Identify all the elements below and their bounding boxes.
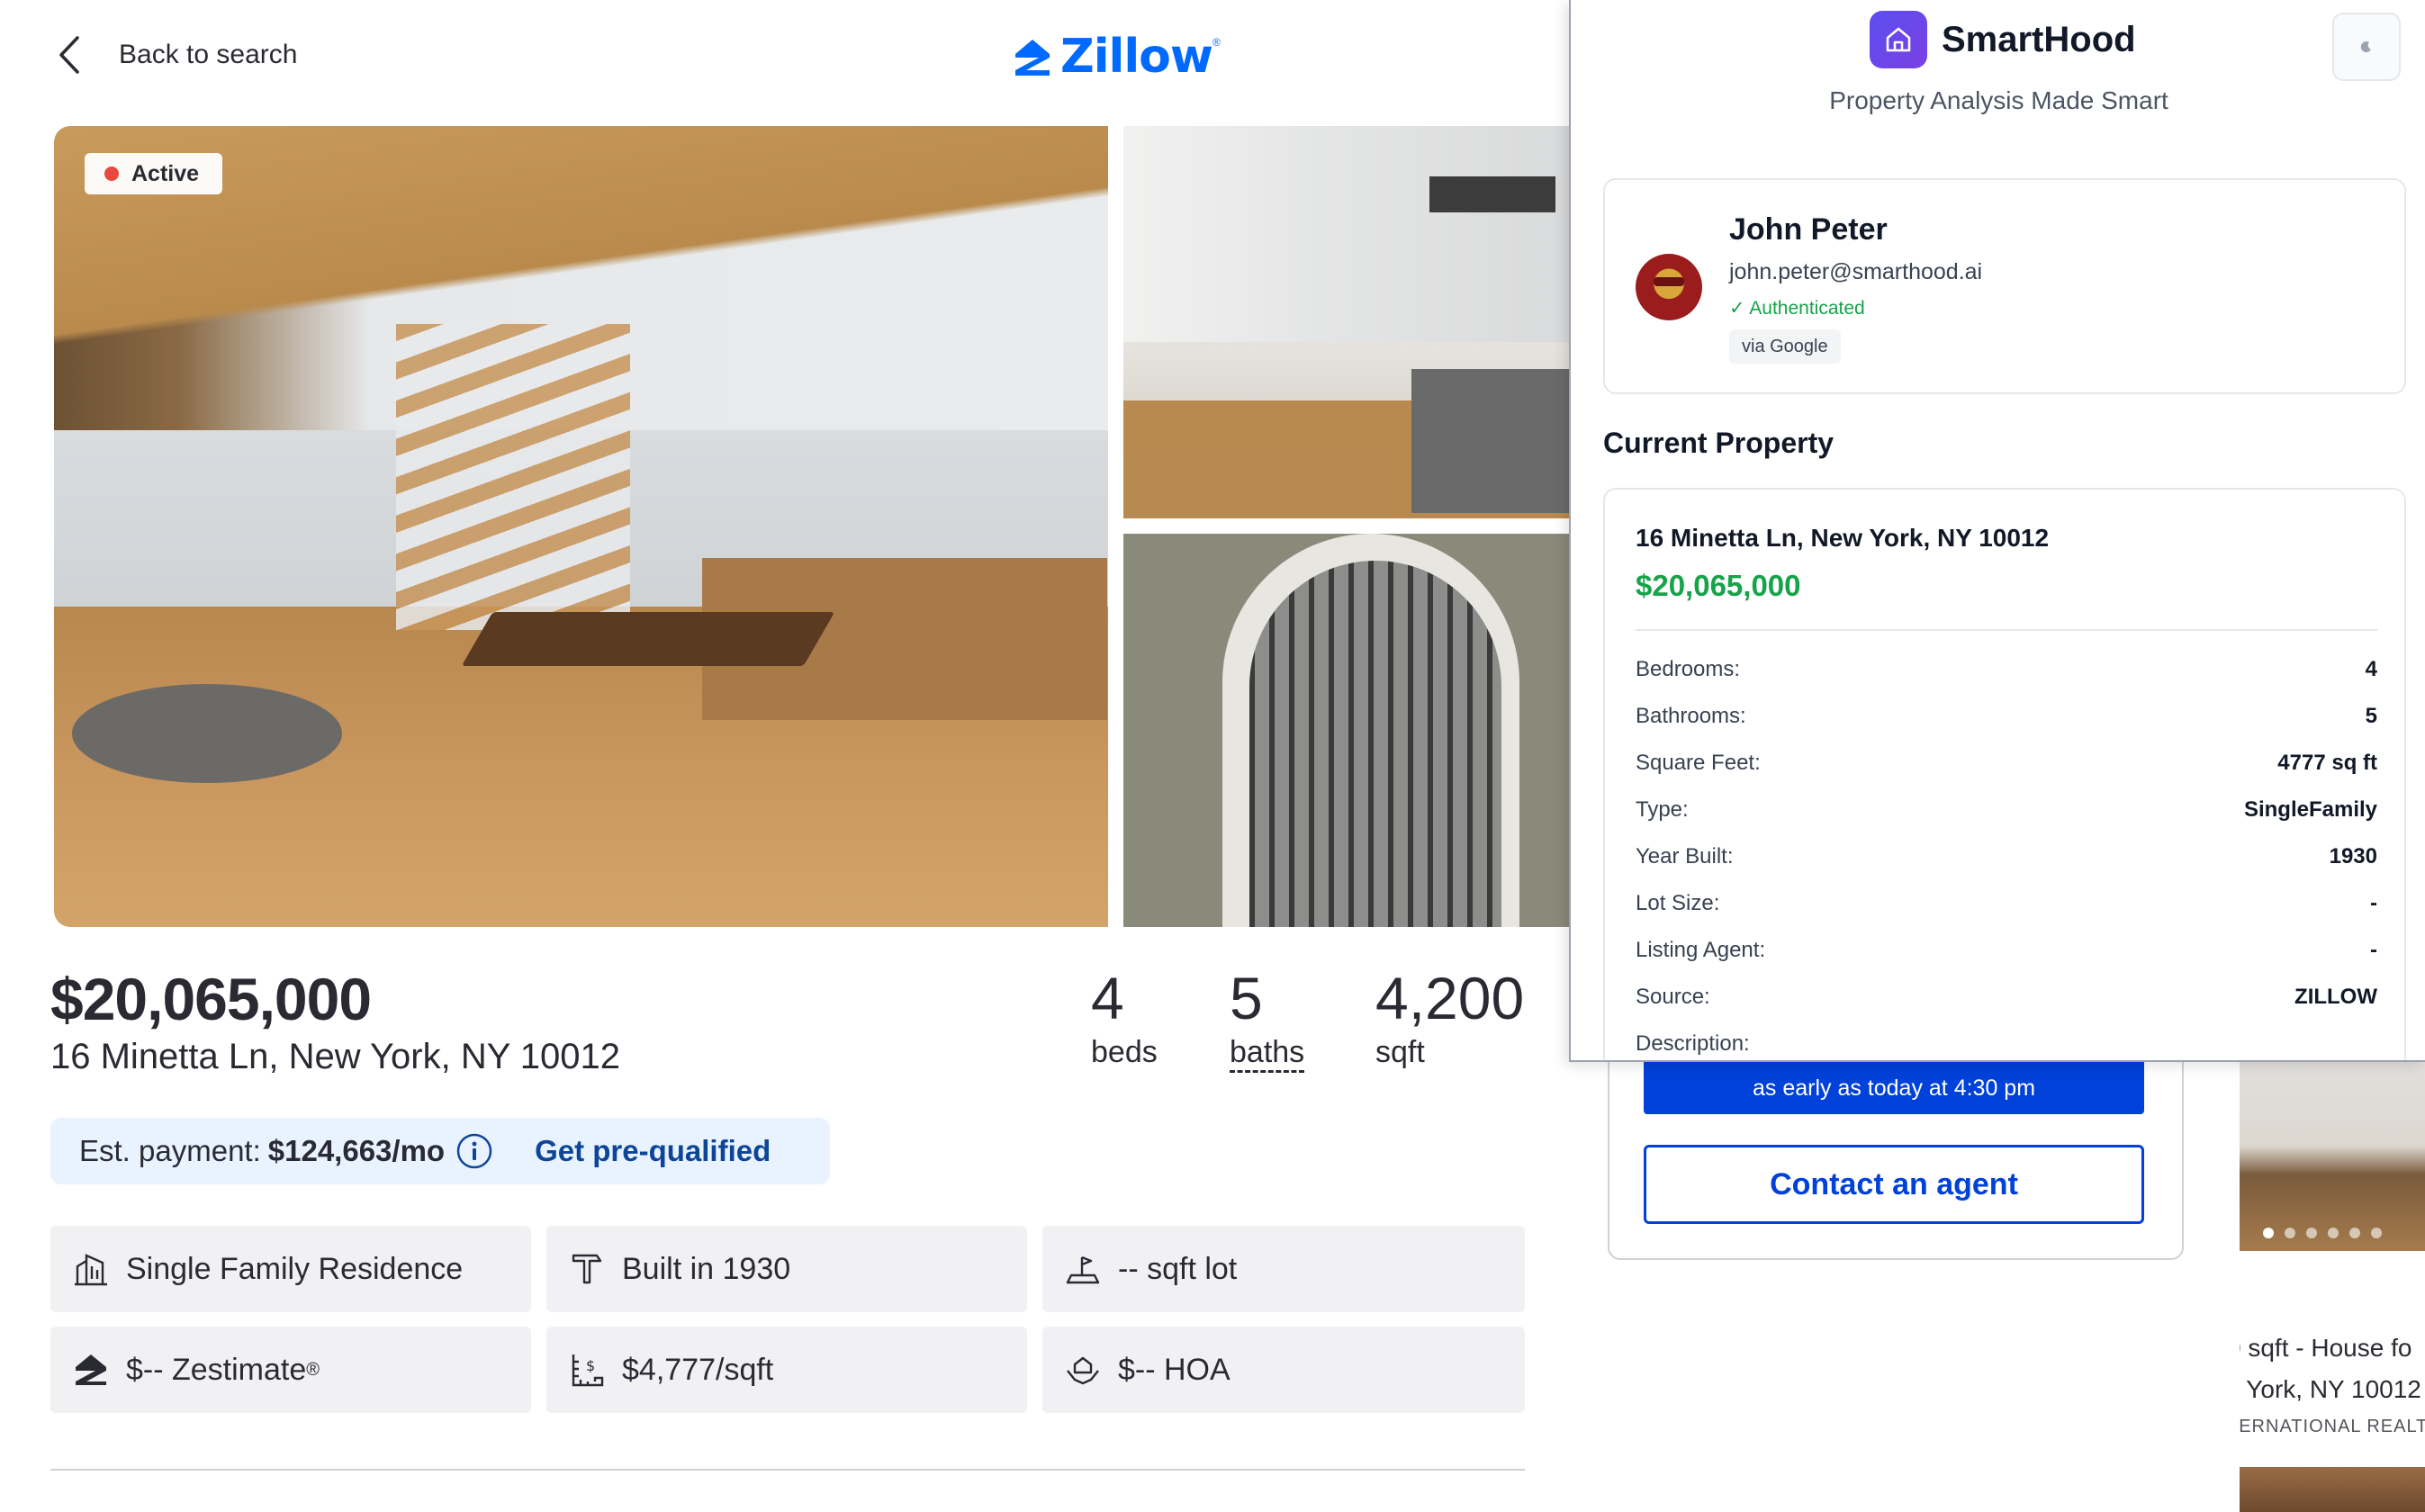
registered-mark: ®: [306, 1359, 320, 1380]
beds-label: beds: [1091, 1035, 1158, 1069]
main-photo[interactable]: [54, 126, 1108, 927]
contact-agent-button[interactable]: Contact an agent: [1644, 1145, 2144, 1224]
status-label: Active: [131, 160, 200, 186]
ruler-dollar-icon: $: [572, 1354, 604, 1387]
property-address: 16 Minetta Ln, New York, NY 10012: [1636, 524, 2050, 552]
property-row-type: Type: SingleFamily: [1636, 797, 2377, 822]
fact-label: -- sqft lot: [1118, 1251, 1238, 1286]
user-card: John Peter john.peter@smarthood.ai ✓ Aut…: [1603, 178, 2406, 394]
property-row-bathrooms: Bathrooms: 5: [1636, 704, 2377, 728]
property-divider: [1636, 629, 2377, 631]
property-row-lot-size: Lot Size: -: [1636, 891, 2377, 915]
moon-icon: [2360, 41, 2371, 53]
similar-listing-line1: 0 sqft - House fo: [2240, 1334, 2412, 1362]
photo-rug: [72, 684, 342, 783]
sqft-value: 4,200: [1375, 965, 1525, 1031]
fact-zestimate: $-- Zestimate ®: [50, 1327, 531, 1413]
avatar[interactable]: [1636, 254, 1702, 320]
info-icon[interactable]: [455, 1132, 493, 1170]
photo-stove: [1411, 369, 1570, 513]
photo-table: [461, 612, 835, 666]
tour-subtext: as early as today at 4:30 pm: [1752, 1076, 2036, 1101]
theme-toggle-button[interactable]: [2332, 13, 2401, 81]
beds-value: 4: [1091, 965, 1124, 1031]
hammer-icon: [572, 1254, 602, 1284]
get-prequalified-link[interactable]: Get pre-qualified: [535, 1134, 771, 1168]
user-name: John Peter: [1729, 212, 1888, 247]
baths-stat[interactable]: 5 baths: [1230, 965, 1305, 1073]
listing-address: 16 Minetta Ln, New York, NY 10012: [50, 1037, 621, 1076]
zillow-logo[interactable]: Zillow ®: [1010, 30, 1221, 84]
fact-year-built: Built in 1930: [546, 1226, 1027, 1312]
similar-listing-info[interactable]: 0 sqft - House fo y York, NY 10012 TERNA…: [2240, 1251, 2425, 1467]
fact-label: Single Family Residence: [126, 1251, 464, 1286]
back-to-search-link[interactable]: Back to search: [54, 32, 297, 77]
fact-label: $-- Zestimate: [126, 1352, 307, 1387]
fact-hoa: $-- HOA: [1042, 1327, 1525, 1413]
sqft-label: sqft: [1375, 1035, 1425, 1069]
smarthood-tagline: Property Analysis Made Smart: [1829, 86, 2168, 114]
property-row-description: Description:: [1636, 1031, 1750, 1056]
kitchen-photo[interactable]: [1123, 126, 1570, 518]
gate-photo[interactable]: [1123, 534, 1570, 927]
status-badge: Active: [85, 153, 223, 194]
lot-icon: [1066, 1256, 1100, 1284]
property-row-source: Source: ZILLOW: [1636, 985, 2377, 1009]
fact-price-per-sqft: $ $4,777/sqft: [546, 1327, 1027, 1413]
similar-listing-line3: TERNATIONAL REALTY: [2240, 1417, 2425, 1436]
property-row-bedrooms: Bedrooms: 4: [1636, 657, 2377, 681]
property-row-listing-agent: Listing Agent: -: [1636, 938, 2377, 962]
fact-lot-size: -- sqft lot: [1042, 1226, 1525, 1312]
zillow-home-icon: [1015, 40, 1050, 76]
back-label: Back to search: [119, 40, 298, 69]
fact-label: $-- HOA: [1118, 1352, 1231, 1387]
smarthood-logo: [1870, 11, 1927, 68]
beds-stat: 4 beds: [1091, 968, 1158, 1070]
chevron-left-icon: [59, 36, 79, 74]
fact-label: Built in 1930: [622, 1251, 791, 1286]
property-card: 16 Minetta Ln, New York, NY 10012 $20,06…: [1603, 488, 2406, 1060]
registered-mark: ®: [1212, 36, 1221, 49]
auth-provider-badge: via Google: [1729, 329, 1841, 364]
carousel-dots[interactable]: [2263, 1228, 2382, 1238]
smarthood-brand: SmartHood: [1870, 11, 2136, 68]
property-row-year-built: Year Built: 1930: [1636, 844, 2377, 868]
zillow-wordmark: Zillow: [1060, 30, 1213, 84]
smarthood-panel: SmartHood Property Analysis Made Smart J…: [1569, 0, 2425, 1062]
property-price: $20,065,000: [1636, 569, 1801, 602]
similar-listing-line2: y York, NY 10012: [2240, 1375, 2421, 1403]
baths-label[interactable]: baths: [1230, 1035, 1305, 1073]
svg-text:$: $: [586, 1357, 595, 1374]
home-icon: [1886, 27, 1911, 52]
current-property-title: Current Property: [1603, 427, 1835, 459]
user-email: john.peter@smarthood.ai: [1729, 259, 1983, 284]
payment-amount: $124,663/mo: [267, 1134, 446, 1167]
payment-label: Est. payment:: [79, 1134, 261, 1167]
hoa-hands-icon: [1067, 1356, 1099, 1385]
payment-banner: Est. payment: $124,663/mo Get pre-qualif…: [50, 1118, 830, 1184]
fact-home-type: Single Family Residence: [50, 1226, 531, 1312]
section-divider: [50, 1469, 1525, 1471]
property-row-sqft: Square Feet: 4777 sq ft: [1636, 751, 2377, 775]
fact-label: $4,777/sqft: [622, 1352, 774, 1387]
photo-gate: [1249, 561, 1501, 927]
sqft-stat: 4,200 sqft: [1375, 968, 1524, 1070]
auth-status: ✓ Authenticated: [1729, 298, 1865, 319]
zestimate-icon: [76, 1354, 106, 1385]
building-icon: [75, 1254, 107, 1286]
similar-listing-photo[interactable]: [2240, 1060, 2425, 1251]
baths-value: 5: [1230, 965, 1263, 1031]
listing-price: $20,065,000: [50, 966, 372, 1032]
similar-listing-photo-2[interactable]: [2240, 1467, 2425, 1512]
status-dot-icon: [104, 166, 119, 181]
photo-stairs: [396, 324, 630, 630]
smarthood-name: SmartHood: [1942, 19, 2136, 59]
photo-cabinets: [1123, 450, 1393, 518]
photo-hood: [1429, 176, 1555, 212]
